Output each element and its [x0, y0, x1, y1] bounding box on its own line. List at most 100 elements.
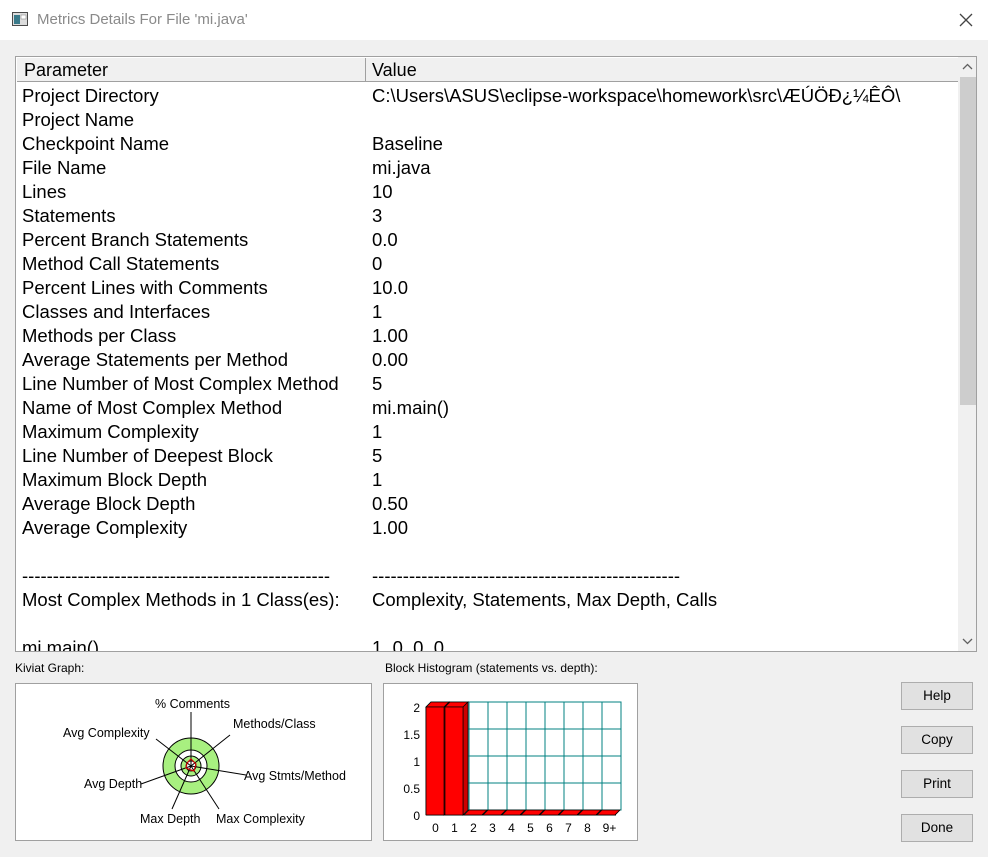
value-cell: 0.00	[372, 349, 409, 370]
histogram-bar	[425, 706, 445, 816]
parameter-cell: Percent Branch Statements	[22, 229, 249, 250]
value-cell: 5	[372, 445, 383, 466]
parameter-cell: Line Number of Deepest Block	[22, 445, 273, 466]
value-cell: 1.00	[372, 517, 409, 538]
x-tick-label: 1	[451, 821, 458, 835]
value-cell: 1, 0, 0, 0	[372, 637, 444, 652]
value-cell: 0	[372, 253, 383, 274]
print-button[interactable]: Print	[901, 770, 973, 798]
value-cell: 5	[372, 373, 383, 394]
value-cell: C:\Users\ASUS\eclipse-workspace\homework…	[372, 85, 901, 106]
parameter-cell: Maximum Block Depth	[22, 469, 208, 490]
table-row[interactable]: Average Block Depth 0.50	[17, 492, 959, 516]
value-cell: 0.50	[372, 493, 409, 514]
table-row[interactable]: ----------------------------------------…	[17, 564, 959, 588]
kiviat-axis-avg-complexity: Avg Complexity	[63, 726, 150, 740]
value-cell: Baseline	[372, 133, 443, 154]
window-title: Metrics Details For File 'mi.java'	[37, 11, 248, 28]
kiviat-axis-methods-class: Methods/Class	[233, 717, 316, 731]
table-row[interactable]	[17, 612, 959, 636]
value-cell: mi.java	[372, 157, 431, 178]
histogram-bar-side	[462, 701, 469, 816]
parameter-cell: Line Number of Most Complex Method	[22, 373, 339, 394]
histogram-bar	[444, 706, 464, 816]
x-tick-label: 7	[565, 821, 572, 835]
parameter-cell: Classes and Interfaces	[22, 301, 211, 322]
parameter-cell: Methods per Class	[22, 325, 177, 346]
table-row[interactable]: Methods per Class 1.00	[17, 324, 959, 348]
table-row[interactable]: Project Directory C:\Users\ASUS\eclipse-w…	[17, 84, 959, 108]
table-row[interactable]: Checkpoint Name Baseline	[17, 132, 959, 156]
close-icon[interactable]	[952, 6, 980, 34]
table-row[interactable]: File Name mi.java	[17, 156, 959, 180]
kiviat-graph: % Comments Methods/Class Avg Stmts/Metho…	[15, 683, 372, 841]
parameter-cell: Statements	[22, 205, 116, 226]
parameter-cell: Most Complex Methods in 1 Class(es):	[22, 589, 340, 610]
y-tick-label: 0.5	[403, 782, 420, 796]
parameter-cell: Percent Lines with Comments	[22, 277, 268, 298]
parameter-cell: mi.main()	[22, 637, 100, 652]
value-cell: 10	[372, 181, 393, 202]
table-row[interactable]: Line Number of Deepest Block 5	[17, 444, 959, 468]
block-histogram: 2 1.5 1 0.5 0 0 1 2 3 4 5 6 7 8 9+	[383, 683, 638, 841]
parameter-cell: Method Call Statements	[22, 253, 220, 274]
done-button[interactable]: Done	[901, 814, 973, 842]
title-bar: Metrics Details For File 'mi.java'	[0, 0, 988, 40]
value-cell: Complexity, Statements, Max Depth, Calls	[372, 589, 718, 610]
table-row[interactable]: mi.main() 1, 0, 0, 0	[17, 636, 959, 652]
kiviat-axis-avg-depth: Avg Depth	[84, 777, 143, 791]
x-tick-label: 3	[489, 821, 496, 835]
value-cell: 1.00	[372, 325, 409, 346]
parameter-cell: Maximum Complexity	[22, 421, 199, 442]
table-row[interactable]: Maximum Block Depth 1	[17, 468, 959, 492]
table-row[interactable]: Average Complexity 1.00	[17, 516, 959, 540]
histogram-chart: 21.510.500 1 2 3 4 5 6 7 8 9+	[403, 701, 622, 835]
table-row[interactable]: Project Name	[17, 108, 959, 132]
parameter-cell: Lines	[22, 181, 67, 202]
value-cell: ----------------------------------------…	[372, 565, 681, 586]
table-row[interactable]: Average Statements per Method 0.00	[17, 348, 959, 372]
parameter-cell: Name of Most Complex Method	[22, 397, 283, 418]
table-row[interactable]: Name of Most Complex Method mi.main()	[17, 396, 959, 420]
table-row[interactable]: Percent Branch Statements 0.0	[17, 228, 959, 252]
table-row[interactable]	[17, 540, 959, 564]
table-row[interactable]: Lines 10	[17, 180, 959, 204]
table-row[interactable]: Line Number of Most Complex Method 5	[17, 372, 959, 396]
parameter-cell: Average Block Depth	[22, 493, 196, 514]
value-cell: 10.0	[372, 277, 409, 298]
scroll-up-icon[interactable]	[958, 57, 977, 77]
app-icon	[12, 12, 28, 26]
table-row[interactable]: Maximum Complexity 1	[17, 420, 959, 444]
parameter-cell: Average Complexity	[22, 517, 188, 538]
table-row[interactable]: Statements 3	[17, 204, 959, 228]
metrics-table[interactable]: Parameter Value Project Directory C:\User…	[15, 56, 977, 652]
table-header: Parameter Value	[17, 58, 959, 82]
table-row[interactable]: Percent Lines with Comments 10.0	[17, 276, 959, 300]
table-row[interactable]: Classes and Interfaces 1	[17, 300, 959, 324]
y-tick-label: 2	[413, 701, 420, 715]
x-tick-label: 4	[508, 821, 515, 835]
value-cell: 1	[372, 301, 383, 322]
header-parameter[interactable]: Parameter	[17, 58, 366, 81]
kiviat-axis-comments: % Comments	[155, 697, 231, 711]
kiviat-axis-max-complexity: Max Complexity	[216, 812, 305, 826]
x-tick-label: 2	[470, 821, 477, 835]
kiviat-axis-max-depth: Max Depth	[140, 812, 201, 826]
header-value[interactable]: Value	[366, 58, 959, 81]
scroll-down-icon[interactable]	[958, 631, 977, 651]
parameter-cell: Project Name	[22, 109, 135, 130]
value-cell: mi.main()	[372, 397, 450, 418]
x-tick-label: 5	[527, 821, 534, 835]
value-cell: 3	[372, 205, 383, 226]
value-cell: 0.0	[372, 229, 398, 250]
table-row[interactable]: Most Complex Methods in 1 Class(es): Comp…	[17, 588, 959, 612]
vertical-scrollbar[interactable]	[958, 57, 977, 651]
y-tick-label: 1.5	[403, 728, 420, 742]
scrollbar-thumb[interactable]	[960, 77, 976, 405]
table-row[interactable]: Method Call Statements 0	[17, 252, 959, 276]
x-tick-label: 6	[546, 821, 553, 835]
x-tick-label: 8	[584, 821, 591, 835]
help-button[interactable]: Help	[901, 682, 973, 710]
parameter-cell: Checkpoint Name	[22, 133, 170, 154]
copy-button[interactable]: Copy	[901, 726, 973, 754]
